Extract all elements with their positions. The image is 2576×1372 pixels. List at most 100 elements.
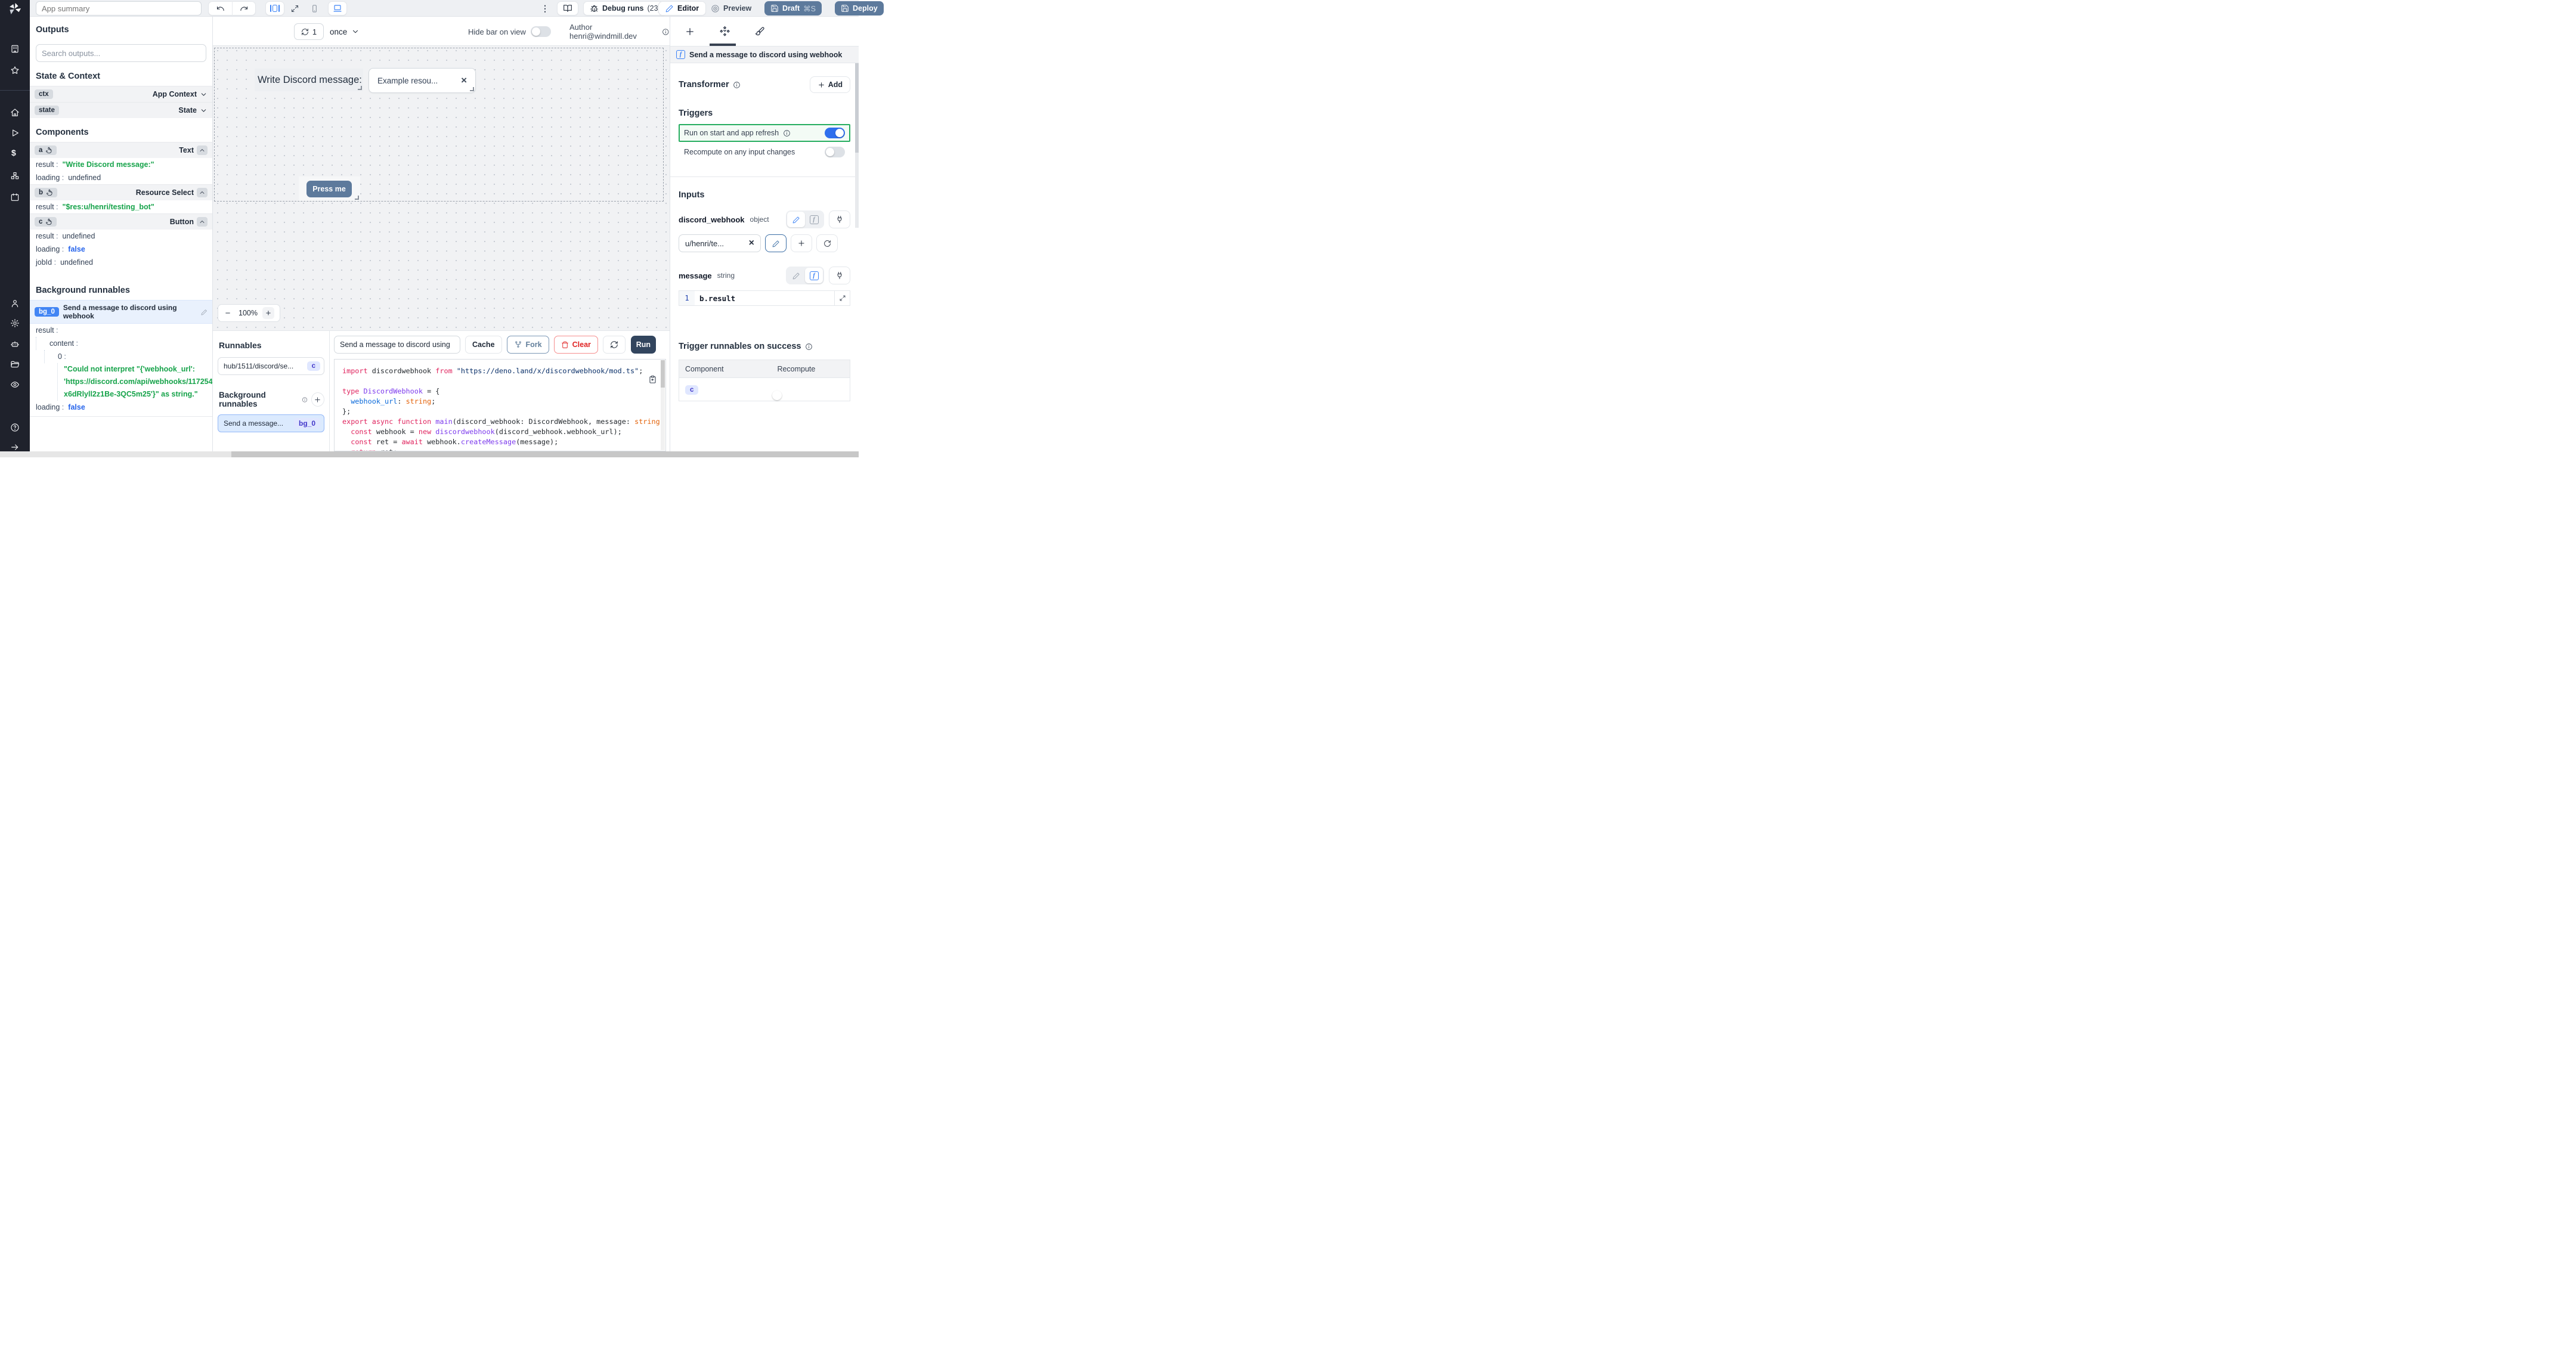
copy-code-icon[interactable]: [648, 375, 657, 384]
tab-preview[interactable]: Preview: [711, 1, 751, 16]
chevron-down-icon[interactable]: [200, 107, 208, 114]
docs-book-button[interactable]: [557, 1, 578, 16]
help-icon[interactable]: [10, 423, 20, 432]
apps-icon[interactable]: [10, 44, 20, 54]
code-editor[interactable]: import discordwebhook from "https://deno…: [334, 359, 666, 451]
component-row-c[interactable]: c Button: [30, 213, 212, 230]
output-kv[interactable]: jobIdundefined: [30, 256, 212, 269]
add-background-runnable-button[interactable]: [311, 392, 324, 407]
code-scrollbar[interactable]: [661, 360, 665, 450]
eval-function-mode-button[interactable]: f: [805, 212, 823, 227]
info-icon[interactable]: [662, 28, 670, 36]
message-expression-editor[interactable]: 1 b.result: [679, 290, 850, 306]
collapse-button[interactable]: [197, 145, 208, 155]
redo-button[interactable]: [232, 1, 255, 16]
output-kv[interactable]: result"$res:u/henri/testing_bot": [30, 200, 212, 213]
recompute-on-change-toggle[interactable]: [825, 147, 845, 157]
desktop-view-button[interactable]: [328, 1, 347, 16]
background-runnable-row-bg0[interactable]: bg_0 Send a message to discord using web…: [30, 300, 212, 324]
debug-runs-button[interactable]: Debug runs (23): [583, 1, 667, 16]
clear-button[interactable]: Clear: [553, 336, 598, 354]
rerun-button[interactable]: [602, 336, 626, 354]
tab-theme-brush-icon[interactable]: [754, 26, 765, 37]
settings-gear-icon[interactable]: [10, 318, 20, 328]
output-row-state[interactable]: state State: [30, 102, 212, 118]
collapse-rail-arrow-icon[interactable]: [10, 442, 20, 452]
tab-editor[interactable]: Editor: [658, 1, 707, 16]
fullscreen-button[interactable]: [290, 1, 299, 16]
billing-dollar-icon[interactable]: $: [11, 148, 21, 157]
press-me-button[interactable]: Press me: [306, 181, 352, 197]
more-options-kebab[interactable]: ⋮: [540, 1, 550, 16]
info-icon[interactable]: [805, 343, 813, 351]
cache-button[interactable]: Cache: [465, 336, 502, 354]
edit-pencil-icon[interactable]: [201, 309, 208, 315]
user-icon[interactable]: [10, 299, 20, 308]
right-panel-scrollbar[interactable]: [855, 63, 859, 228]
undo-button[interactable]: [209, 1, 232, 16]
alignment-toggle-button[interactable]: [265, 1, 284, 16]
connect-plug-button[interactable]: [829, 210, 850, 228]
app-canvas[interactable]: Write Discord message: Example resou... …: [213, 46, 670, 330]
info-icon[interactable]: [302, 397, 308, 403]
eval-function-mode-button[interactable]: f: [805, 268, 823, 283]
runs-play-icon[interactable]: [10, 128, 20, 138]
runnable-item-hub[interactable]: hub/1511/discord/se... c: [218, 357, 324, 375]
resource-value-input[interactable]: u/henri/te... ×: [679, 234, 761, 252]
output-row-ctx[interactable]: ctx App Context: [30, 86, 212, 102]
hide-bar-toggle[interactable]: [530, 26, 551, 37]
output-kv[interactable]: loadingfalse: [30, 243, 212, 256]
output-kv[interactable]: content: [36, 337, 212, 350]
refresh-mode-select[interactable]: once: [330, 23, 360, 40]
app-summary-input[interactable]: [36, 1, 202, 16]
folders-icon[interactable]: [10, 360, 20, 369]
tab-insert-plus-icon[interactable]: [685, 26, 695, 37]
info-icon[interactable]: [733, 81, 741, 89]
connect-plug-button[interactable]: [829, 267, 850, 284]
resize-handle[interactable]: [358, 86, 362, 90]
run-button[interactable]: Run: [630, 336, 656, 354]
output-kv[interactable]: loadingundefined: [30, 171, 212, 184]
home-icon[interactable]: [10, 108, 20, 117]
horizontal-scrollbar[interactable]: [0, 451, 859, 457]
refresh-count-box[interactable]: 1: [294, 23, 324, 40]
expand-editor-icon[interactable]: [834, 291, 850, 305]
create-resource-plus-button[interactable]: [791, 234, 812, 252]
save-draft-button[interactable]: Draft ⌘S: [764, 1, 822, 16]
background-runnable-item-bg0[interactable]: Send a message... bg_0: [218, 414, 324, 432]
static-pencil-mode-button[interactable]: [787, 212, 805, 227]
resize-handle[interactable]: [355, 196, 359, 200]
chevron-down-icon[interactable]: [200, 91, 208, 98]
fork-button[interactable]: Fork: [506, 336, 549, 354]
static-pencil-mode-button[interactable]: [787, 268, 805, 283]
resize-handle[interactable]: [470, 87, 474, 91]
add-transformer-button[interactable]: Add: [809, 76, 850, 93]
windmill-logo-icon[interactable]: [8, 2, 22, 16]
edit-resource-pencil-button[interactable]: [765, 234, 787, 252]
runnable-name-input[interactable]: Send a message to discord using: [334, 336, 460, 354]
audit-eye-icon[interactable]: [10, 380, 20, 389]
mobile-view-button[interactable]: [310, 1, 319, 16]
collapse-button[interactable]: [197, 188, 208, 197]
component-row-b[interactable]: b Resource Select: [30, 184, 212, 200]
schedules-calendar-icon[interactable]: [10, 193, 20, 202]
workers-robot-icon[interactable]: [10, 339, 20, 349]
clear-selection-icon[interactable]: ×: [461, 75, 467, 86]
output-kv[interactable]: 0: [44, 350, 212, 363]
output-kv[interactable]: result"Write Discord message:": [30, 158, 212, 171]
refresh-resources-button[interactable]: [816, 234, 838, 252]
deploy-button[interactable]: Deploy: [835, 1, 884, 16]
favorites-star-icon[interactable]: [10, 66, 20, 75]
text-component[interactable]: Write Discord message:: [255, 69, 363, 91]
output-kv[interactable]: loadingfalse: [30, 401, 212, 414]
zoom-out-button[interactable]: −: [222, 307, 234, 319]
clear-resource-icon[interactable]: ×: [749, 238, 754, 249]
component-row-a[interactable]: a Text: [30, 142, 212, 158]
output-kv[interactable]: result: [30, 324, 212, 337]
resource-select-component[interactable]: Example resou... ×: [369, 68, 476, 93]
collapse-button[interactable]: [197, 217, 208, 227]
search-outputs-input[interactable]: Search outputs...: [36, 44, 206, 62]
run-on-start-toggle[interactable]: [825, 128, 845, 138]
info-icon[interactable]: [783, 129, 791, 137]
zoom-in-button[interactable]: +: [262, 307, 274, 319]
